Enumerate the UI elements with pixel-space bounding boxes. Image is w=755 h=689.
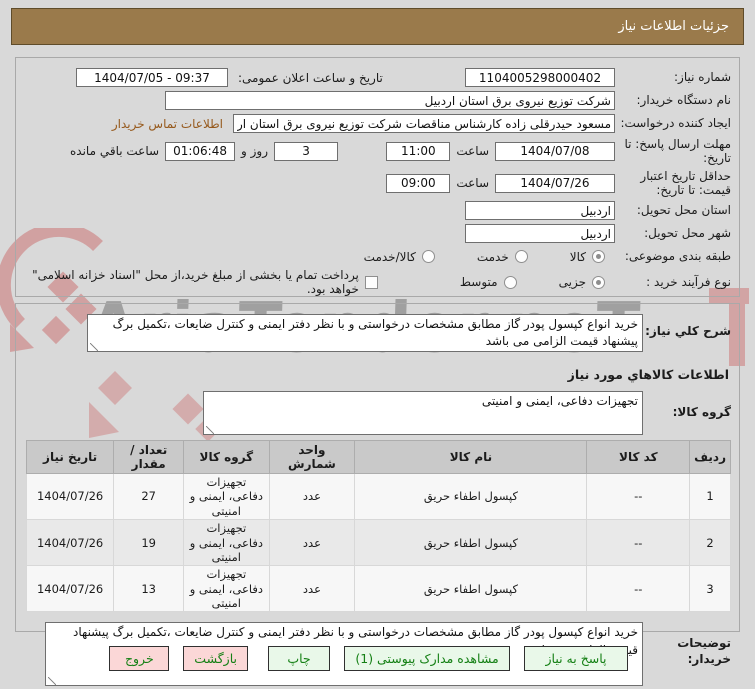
radio-goods-label: کالا (569, 249, 586, 264)
row-price-validity: حداقل تاریخ اعتبار قیمت: تا تاریخ: ساعت (26, 167, 731, 199)
row-process-type: نوع فرآیند خرید : جزیی متوسط پرداخت تمام… (26, 268, 731, 296)
city-field[interactable] (465, 224, 615, 243)
action-buttons: پاسخ به نیاز مشاهده مدارک پیوستی (1) چاپ… (15, 646, 740, 671)
radio-option-goods[interactable]: کالا (570, 250, 605, 264)
remaining-days-field[interactable] (274, 141, 339, 161)
price-validity-hour-field[interactable] (386, 173, 451, 193)
announce-datetime-field[interactable] (76, 68, 228, 87)
need-number-label: شماره نیاز: (674, 70, 731, 85)
radio-option-medium[interactable]: متوسط (460, 275, 517, 289)
price-validity-label: حداقل تاریخ اعتبار قیمت: تا تاریخ: (640, 168, 731, 197)
row-province: استان محل تحویل: (26, 199, 731, 222)
radio-option-minor[interactable]: جزیی (559, 275, 605, 289)
deadline-hour-field[interactable] (386, 141, 451, 161)
page-title-bar: جزئیات اطلاعات نیاز (11, 8, 744, 45)
buyer-org-label: نام دستگاه خریدار: (636, 93, 732, 108)
radio-goods-service-label: کالا/خدمت (363, 249, 416, 264)
radio-option-goods-service[interactable]: کالا/خدمت (364, 250, 435, 264)
resize-grip-icon[interactable] (206, 426, 214, 434)
col-unit: واحد شمارش (268, 440, 356, 474)
table-row: 3 -- کپسول اطفاء حریق عدد تجهیزات دفاعی، ا… (25, 565, 731, 613)
row-deadline: مهلت ارسال پاسخ: تا تاریخ: ساعت روز و سا… (26, 135, 731, 167)
items-table-header-row: ردیف کد کالا نام کالا واحد شمارش گروه کا… (25, 440, 731, 474)
remaining-time-field[interactable] (165, 141, 236, 161)
radio-medium-icon[interactable] (503, 275, 517, 289)
item-group-textarea[interactable]: تجهیزات دفاعی، ایمنی و امنیتی (203, 391, 643, 435)
items-section-title: اطلاعات کالاهاي مورد نیاز (567, 367, 729, 382)
buyer-contact-link[interactable]: اطلاعات تماس خریدار (112, 117, 223, 131)
table-row: 2 -- کپسول اطفاء حریق عدد تجهیزات دفاعی، ا… (25, 519, 731, 567)
radio-service-label: خدمت (476, 249, 509, 264)
col-item-group: گروه کالا (183, 440, 270, 474)
radio-minor-icon[interactable] (592, 275, 605, 289)
radio-option-service[interactable]: خدمت (477, 250, 528, 264)
need-info-panel: شماره نیاز: تاریخ و ساعت اعلان عمومی: نا… (15, 57, 740, 297)
province-field[interactable] (465, 201, 615, 220)
radio-minor-label: جزیی (558, 275, 586, 289)
col-item-code: کد کالا (586, 440, 691, 474)
respond-to-need-button[interactable]: پاسخ به نیاز (524, 646, 628, 671)
exit-button[interactable]: خروج (109, 646, 170, 671)
radio-service-icon[interactable] (514, 250, 528, 263)
need-description-label: شرح کلي نیاز: (645, 324, 731, 338)
item-group-label: گروه کالا: (672, 405, 731, 419)
need-number-field[interactable] (465, 68, 615, 87)
row-item-group: گروه کالا: تجهیزات دفاعی، ایمنی و امنیتی (26, 391, 731, 438)
col-quantity: تعداد / مقدار (113, 440, 185, 474)
classification-label: طبقه بندی موضوعی: (624, 249, 731, 264)
city-label: شهر محل تحویل: (644, 226, 731, 241)
creator-label: ایجاد کننده درخواست: (620, 116, 731, 131)
table-row: 1 -- کپسول اطفاء حریق عدد تجهیزات دفاعی، ا… (25, 472, 731, 521)
print-button[interactable]: چاپ (268, 646, 330, 671)
view-attachments-button[interactable]: مشاهده مدارک پیوستی (1) (344, 646, 510, 671)
radio-goods-service-icon[interactable] (421, 250, 435, 263)
col-item-name: نام کالا (354, 440, 588, 474)
radio-goods-icon[interactable] (592, 250, 605, 263)
deadline-label: مهلت ارسال پاسخ: تا تاریخ: (624, 136, 731, 165)
creator-field[interactable] (233, 114, 615, 133)
resize-grip-icon[interactable] (48, 677, 56, 686)
back-button[interactable]: بازگشت (183, 646, 248, 671)
items-table-body: 1 -- کپسول اطفاء حریق عدد تجهیزات دفاعی، ا… (25, 472, 731, 613)
row-buyer-org: نام دستگاه خریدار: (26, 89, 731, 112)
process-type-label: نوع فرآیند خرید : (646, 274, 731, 289)
row-need-description: شرح کلي نیاز: خرید انواع کپسول پودر گاز … (26, 314, 731, 355)
row-creator: ایجاد کننده درخواست: اطلاعات تماس خریدار (26, 112, 731, 135)
resize-grip-icon[interactable] (90, 343, 98, 351)
price-validity-date-field[interactable] (495, 173, 615, 193)
remaining-days-label: روز و (241, 144, 269, 158)
buyer-org-field[interactable] (165, 91, 615, 110)
col-need-date: تاریخ نیاز (25, 440, 115, 474)
announce-datetime-label: تاریخ و ساعت اعلان عمومی: (238, 70, 383, 85)
treasury-docs-option[interactable]: پرداخت تمام یا بخشی از مبلغ خرید،از محل … (26, 268, 378, 296)
treasury-docs-checkbox[interactable] (364, 275, 378, 289)
province-label: استان محل تحویل: (636, 203, 731, 218)
deadline-date-field[interactable] (495, 141, 615, 161)
need-description-textarea[interactable]: خرید انواع کپسول پودر گاز مطابق مشخصات د… (87, 314, 643, 352)
row-classification: طبقه بندی موضوعی: کالا خدمت کالا/خدمت (26, 245, 731, 268)
page-title: جزئیات اطلاعات نیاز (618, 19, 729, 34)
row-city: شهر محل تحویل: (26, 222, 731, 245)
items-table: ردیف کد کالا نام کالا واحد شمارش گروه کا… (25, 440, 731, 613)
radio-medium-label: متوسط (459, 275, 498, 289)
deadline-hour-label: ساعت (456, 144, 489, 158)
remaining-time-label: ساعت باقي مانده (70, 144, 160, 158)
items-panel: شرح کلي نیاز: خرید انواع کپسول پودر گاز … (15, 303, 740, 687)
row-need-number: شماره نیاز: تاریخ و ساعت اعلان عمومی: (26, 66, 731, 89)
treasury-docs-label: پرداخت تمام یا بخشی از مبلغ خرید،از محل … (32, 268, 359, 296)
price-validity-hour-label: ساعت (456, 176, 489, 190)
col-row-number: ردیف (689, 440, 731, 474)
